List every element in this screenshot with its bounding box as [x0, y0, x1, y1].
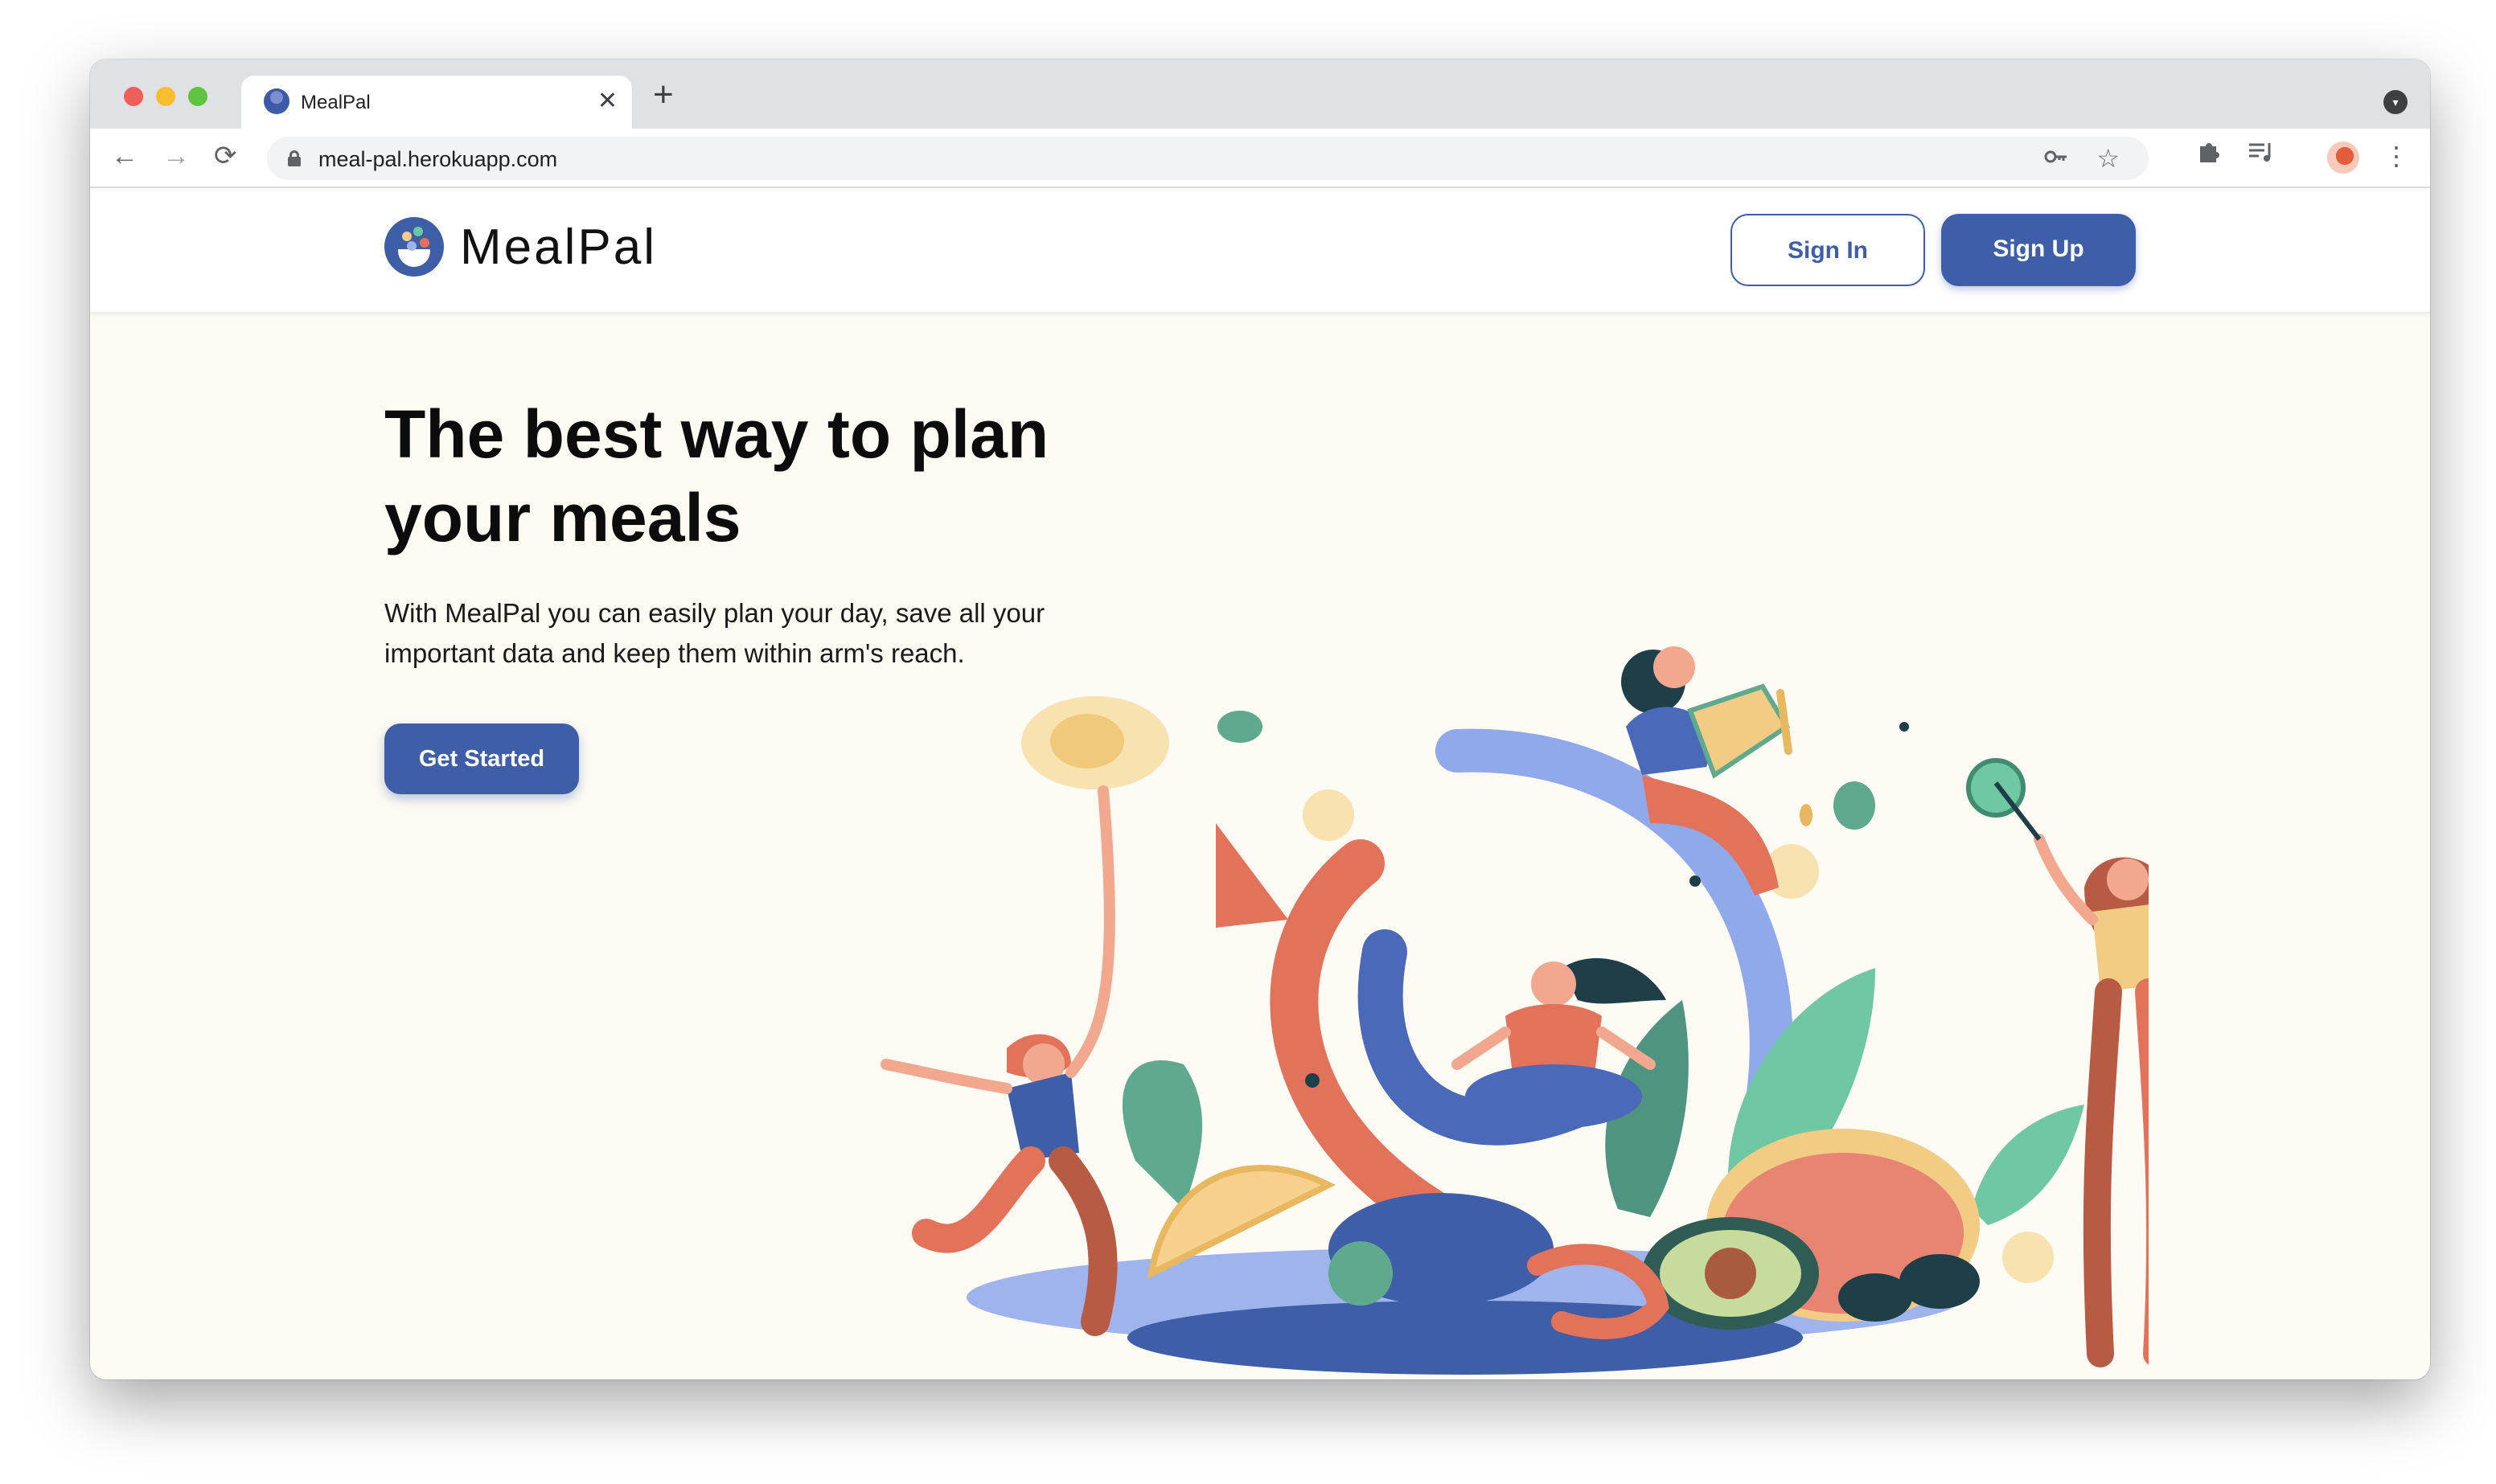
hero-title: The best way to plan your meals: [384, 396, 1049, 555]
close-window-button[interactable]: [124, 87, 143, 106]
maximize-window-button[interactable]: [188, 87, 207, 106]
forward-icon[interactable]: →: [162, 138, 190, 174]
hero-illustration: [881, 646, 2149, 1375]
tab-title: MealPal: [301, 92, 371, 113]
browser-toolbar: ← → ⟳ meal-pal.herokuapp.com ☆ ⋮: [90, 129, 2430, 188]
puzzle-icon[interactable]: [2195, 138, 2223, 174]
back-icon[interactable]: ←: [111, 138, 138, 174]
logo-icon[interactable]: [384, 217, 444, 277]
woman-meditating: [1451, 957, 1666, 1129]
favicon-icon: [264, 88, 289, 114]
tomato-slice: [1216, 823, 1288, 928]
kebab-menu-icon[interactable]: ⋮: [2383, 138, 2409, 174]
leaf-far-right: [1972, 1105, 2084, 1225]
sign-up-button[interactable]: Sign Up: [1941, 214, 2136, 286]
address-bar[interactable]: meal-pal.herokuapp.com ☆: [267, 137, 2149, 180]
woman-jumping: [881, 785, 1118, 1336]
tab-search-icon[interactable]: ▾: [2383, 90, 2408, 114]
profile-avatar[interactable]: [2327, 141, 2359, 174]
star-icon[interactable]: ☆: [2096, 143, 2120, 174]
tab-mealpal[interactable]: MealPal ✕: [241, 76, 632, 129]
sign-in-button[interactable]: Sign In: [1730, 214, 1925, 286]
tab-strip: MealPal ✕ + ▾: [90, 59, 2430, 129]
get-started-button[interactable]: Get Started: [384, 724, 579, 794]
site-header: MealPal Sign In Sign Up: [90, 188, 2430, 314]
key-icon[interactable]: [2042, 143, 2070, 177]
new-tab-button[interactable]: +: [653, 77, 674, 113]
browser-window: MealPal ✕ + ▾ ← → ⟳ meal-pal.herokuapp.c…: [90, 59, 2430, 1379]
leaf-left: [1122, 1060, 1203, 1209]
lock-icon[interactable]: [288, 150, 301, 166]
minimize-window-button[interactable]: [156, 87, 175, 106]
url-text[interactable]: meal-pal.herokuapp.com: [318, 147, 557, 172]
reload-icon[interactable]: ⟳: [214, 138, 237, 174]
tab-close-icon[interactable]: ✕: [597, 87, 618, 115]
media-queue-icon[interactable]: [2247, 138, 2276, 174]
logo-text[interactable]: MealPal: [460, 219, 657, 276]
